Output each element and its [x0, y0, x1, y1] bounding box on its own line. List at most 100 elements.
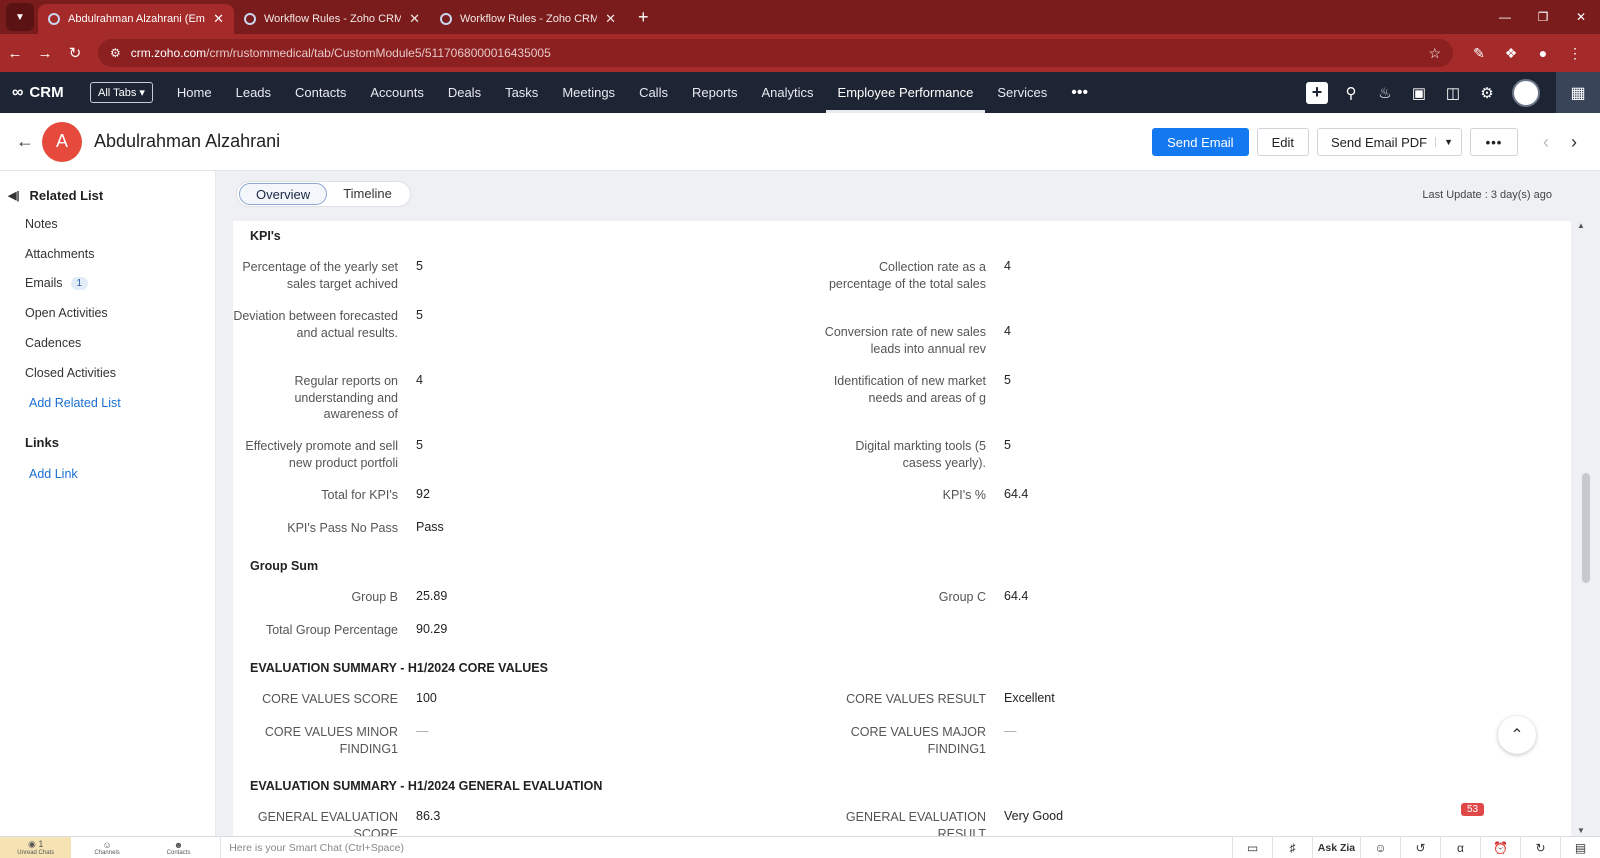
browser-menu-icon[interactable]: ⋮ [1559, 45, 1591, 62]
announcement-icon[interactable]: ♯ [1271, 836, 1312, 858]
contacts-tab[interactable]: ☻ Contacts [143, 837, 214, 858]
forward-arrow-icon[interactable]: → [30, 45, 60, 62]
related-list-header[interactable]: ◀| Related List [8, 188, 103, 203]
nav-home[interactable]: Home [165, 72, 224, 113]
gear-icon[interactable]: ⚙ [1470, 84, 1504, 102]
previous-record-icon[interactable]: ‹ [1532, 132, 1560, 153]
apps-grid-icon[interactable]: ▦ [1556, 72, 1600, 113]
marketplace-icon[interactable]: ◫ [1436, 84, 1470, 102]
nav-services[interactable]: Services [985, 72, 1059, 113]
field-value[interactable]: 86.3 [416, 809, 440, 823]
field-value[interactable]: 5 [416, 259, 423, 273]
scroll-to-top-button[interactable]: ⌃ [1498, 716, 1536, 754]
field-value[interactable]: 64.4 [1004, 589, 1028, 603]
scrollbar-thumb[interactable] [1582, 473, 1590, 583]
reload-icon[interactable]: ↻ [60, 44, 90, 62]
field-value[interactable]: 4 [1004, 259, 1011, 273]
field-value[interactable]: 100 [416, 691, 437, 705]
field-value[interactable]: 4 [416, 373, 423, 387]
send-email-pdf-label[interactable]: Send Email PDF [1318, 135, 1435, 150]
field-value[interactable]: 92 [416, 487, 430, 501]
create-plus-icon[interactable]: + [1300, 81, 1334, 104]
sidebar-item-emails[interactable]: Emails 1 [25, 276, 89, 290]
bookmark-star-icon[interactable]: ☆ [1428, 45, 1441, 62]
scroll-down-icon[interactable]: ▼ [1577, 826, 1585, 835]
sidebar-item-open-activities[interactable]: Open Activities [25, 306, 108, 320]
field-value[interactable]: Very Good [1004, 809, 1063, 823]
calendar-icon[interactable]: ▣ [1402, 84, 1436, 102]
close-icon[interactable]: ✕ [409, 11, 420, 27]
add-link-link[interactable]: Add Link [29, 467, 78, 481]
tab-timeline[interactable]: Timeline [327, 183, 408, 205]
field-value[interactable]: 5 [416, 308, 423, 322]
history-icon[interactable]: ↻ [1519, 836, 1560, 858]
field-value[interactable]: 4 [1004, 324, 1011, 338]
field-value[interactable]: 90.29 [416, 622, 447, 636]
field-value[interactable]: 5 [1004, 373, 1011, 387]
browser-tab-2[interactable]: Workflow Rules - Zoho CRM ✕ [234, 4, 430, 34]
next-record-icon[interactable]: › [1560, 132, 1588, 153]
undo-icon[interactable]: ↺ [1399, 836, 1440, 858]
scroll-up-icon[interactable]: ▲ [1577, 221, 1585, 230]
nav-analytics[interactable]: Analytics [750, 72, 826, 113]
back-arrow-icon[interactable]: ← [0, 45, 30, 62]
field-value[interactable]: Excellent [1004, 691, 1055, 705]
smart-chat-input[interactable]: Here is your Smart Chat (Ctrl+Space) [220, 836, 1232, 858]
sidebar-item-closed-activities[interactable]: Closed Activities [25, 366, 116, 380]
ask-zia-button[interactable]: Ask Zia [1311, 836, 1360, 858]
nav-employee-performance[interactable]: Employee Performance [825, 72, 986, 113]
new-tab-plus-icon[interactable]: + [638, 7, 649, 28]
screen-share-icon[interactable]: ▭ [1231, 836, 1272, 858]
nav-deals[interactable]: Deals [436, 72, 493, 113]
close-icon[interactable]: ✕ [605, 11, 616, 27]
more-modules-icon[interactable]: ••• [1059, 84, 1100, 102]
extensions-puzzle-icon[interactable]: ❖ [1495, 45, 1527, 62]
translate-icon[interactable]: α [1439, 836, 1480, 858]
crm-logo[interactable]: ∞ CRM [12, 84, 90, 102]
add-related-list-link[interactable]: Add Related List [29, 396, 121, 410]
user-avatar[interactable] [1512, 78, 1540, 107]
field-value[interactable]: 25.89 [416, 589, 447, 603]
profile-icon[interactable]: ● [1527, 45, 1559, 62]
sidebar-item-attachments[interactable]: Attachments [25, 247, 94, 261]
tab-search-menu[interactable]: ▼ [6, 3, 34, 31]
send-email-button[interactable]: Send Email [1152, 128, 1249, 156]
nav-meetings[interactable]: Meetings [550, 72, 627, 113]
field-value[interactable]: — [416, 724, 429, 738]
field-value[interactable]: 5 [1004, 438, 1011, 452]
nav-contacts[interactable]: Contacts [283, 72, 358, 113]
search-icon[interactable]: ⚲ [1334, 84, 1368, 102]
nav-tasks[interactable]: Tasks [493, 72, 550, 113]
notification-count-badge[interactable]: 53 [1461, 803, 1485, 816]
all-tabs-dropdown[interactable]: All Tabs ▾ [90, 82, 153, 103]
nav-reports[interactable]: Reports [680, 72, 750, 113]
more-actions-button[interactable]: ••• [1470, 128, 1518, 156]
channels-tab[interactable]: ☺ Channels [71, 837, 142, 858]
unread-chats-tab[interactable]: ◉ 1 Unread Chats [0, 836, 72, 858]
back-arrow-icon[interactable]: ← [16, 131, 42, 152]
send-email-pdf-button[interactable]: Send Email PDF ▼ [1316, 128, 1462, 156]
sidebar-item-cadences[interactable]: Cadences [25, 336, 81, 350]
caret-down-icon[interactable]: ▼ [1435, 137, 1461, 147]
site-info-icon[interactable]: ⚙ [110, 46, 121, 60]
browser-tab-1[interactable]: Abdulrahman Alzahrani (Emplo ✕ [38, 4, 234, 34]
url-bar[interactable]: ⚙ crm.zoho.com/crm/rustommedical/tab/Cus… [98, 39, 1453, 67]
window-close-icon[interactable]: ✕ [1562, 10, 1600, 24]
alarm-clock-icon[interactable]: ⏰ [1479, 836, 1520, 858]
edit-button[interactable]: Edit [1256, 128, 1309, 156]
close-icon[interactable]: ✕ [213, 11, 224, 27]
field-value[interactable]: — [1004, 724, 1017, 738]
collapse-sidebar-icon[interactable]: ◀| [8, 189, 20, 202]
nav-leads[interactable]: Leads [224, 72, 283, 113]
field-value[interactable]: 64.4 [1004, 487, 1028, 501]
restore-icon[interactable]: ❐ [1524, 10, 1562, 24]
browser-tab-3[interactable]: Workflow Rules - Zoho CRM ✕ [430, 4, 626, 34]
feedback-icon[interactable]: ☺ [1359, 836, 1400, 858]
sidebar-item-notes[interactable]: Notes [25, 217, 58, 231]
minimize-icon[interactable]: — [1486, 10, 1524, 24]
nav-calls[interactable]: Calls [627, 72, 680, 113]
notes-icon[interactable]: ▤ [1559, 836, 1600, 858]
tab-overview[interactable]: Overview [239, 183, 328, 205]
bell-icon[interactable]: ♨ [1368, 84, 1402, 102]
pen-extension-icon[interactable]: ✎ [1463, 45, 1495, 62]
